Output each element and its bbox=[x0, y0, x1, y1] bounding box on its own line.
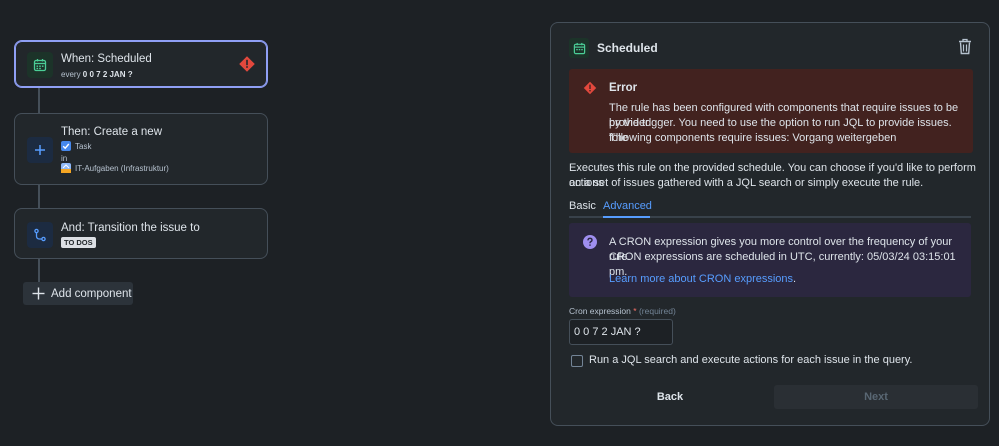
flow-connector-2 bbox=[38, 185, 40, 208]
cron-label-text: Cron expression bbox=[569, 306, 631, 316]
create-issue-node[interactable]: Then: Create a new Task in IT-Aufgaben (… bbox=[14, 113, 268, 185]
question-icon bbox=[583, 235, 597, 252]
issue-type: Task bbox=[61, 141, 91, 151]
error-diamond-icon bbox=[583, 81, 597, 98]
issue-type-label: Task bbox=[75, 141, 92, 151]
project-label: IT-Aufgaben (Infrastruktur) bbox=[75, 163, 169, 173]
transition-node[interactable]: And: Transition the issue to TO DOS bbox=[14, 208, 268, 259]
trigger-node[interactable]: When: Scheduled every 0 0 7 2 JAN ? bbox=[14, 40, 268, 88]
tab-advanced[interactable]: Advanced bbox=[603, 200, 652, 212]
status-lozenge: TO DOS bbox=[61, 237, 96, 248]
info-link-suffix: . bbox=[793, 273, 797, 285]
calendar-icon bbox=[27, 52, 53, 78]
task-icon bbox=[61, 141, 71, 151]
tab-advanced-indicator bbox=[603, 216, 650, 218]
trash-icon[interactable] bbox=[958, 38, 972, 58]
status-lozenge-wrap: TO DOS bbox=[61, 237, 96, 248]
project: IT-Aufgaben (Infrastruktur) bbox=[61, 163, 169, 173]
create-issue-title: Then: Create a new bbox=[61, 126, 163, 138]
trigger-schedule: every 0 0 7 2 JAN ? bbox=[61, 70, 133, 79]
trigger-title: When: Scheduled bbox=[61, 53, 152, 65]
trigger-schedule-prefix: every bbox=[61, 70, 81, 79]
tab-basic[interactable]: Basic bbox=[569, 200, 596, 212]
error-title: Error bbox=[609, 82, 638, 94]
project-icon bbox=[61, 163, 71, 173]
error-message: Error The rule has been configured with … bbox=[569, 69, 973, 153]
flow-connector-1 bbox=[38, 88, 40, 113]
calendar-icon bbox=[569, 38, 589, 58]
transition-title: And: Transition the issue to bbox=[61, 222, 200, 234]
transition-icon bbox=[27, 222, 53, 248]
cron-learn-more-link[interactable]: Learn more about CRON expressions bbox=[609, 273, 793, 285]
cron-expression-input[interactable] bbox=[569, 319, 673, 345]
required-hint: (required) bbox=[638, 306, 676, 316]
required-star: * bbox=[633, 306, 637, 316]
back-button[interactable]: Back bbox=[573, 385, 767, 409]
next-button[interactable]: Next bbox=[774, 385, 978, 409]
in-label: in bbox=[61, 154, 68, 163]
add-component-button[interactable]: Add component bbox=[23, 282, 133, 305]
trigger-schedule-value: 0 0 7 2 JAN ? bbox=[82, 70, 133, 79]
description-line-2: on a set of issues gathered with a JQL s… bbox=[569, 177, 924, 189]
plus-icon bbox=[27, 137, 53, 163]
cron-label: Cron expression * (required) bbox=[569, 306, 676, 316]
plus-icon bbox=[32, 287, 45, 300]
jql-checkbox[interactable] bbox=[571, 355, 583, 367]
jql-checkbox-label[interactable]: Run a JQL search and execute actions for… bbox=[589, 354, 912, 366]
error-diamond-icon bbox=[238, 55, 256, 76]
config-panel: Scheduled Error The rule has been config… bbox=[550, 22, 990, 426]
info-message: A CRON expression gives you more control… bbox=[569, 223, 971, 297]
error-line-3: following components require issues: Vor… bbox=[609, 132, 897, 144]
info-link-row: Learn more about CRON expressions. bbox=[609, 272, 796, 287]
add-component-label: Add component bbox=[51, 287, 132, 300]
panel-title: Scheduled bbox=[597, 41, 658, 55]
flow-connector-3 bbox=[38, 259, 40, 283]
